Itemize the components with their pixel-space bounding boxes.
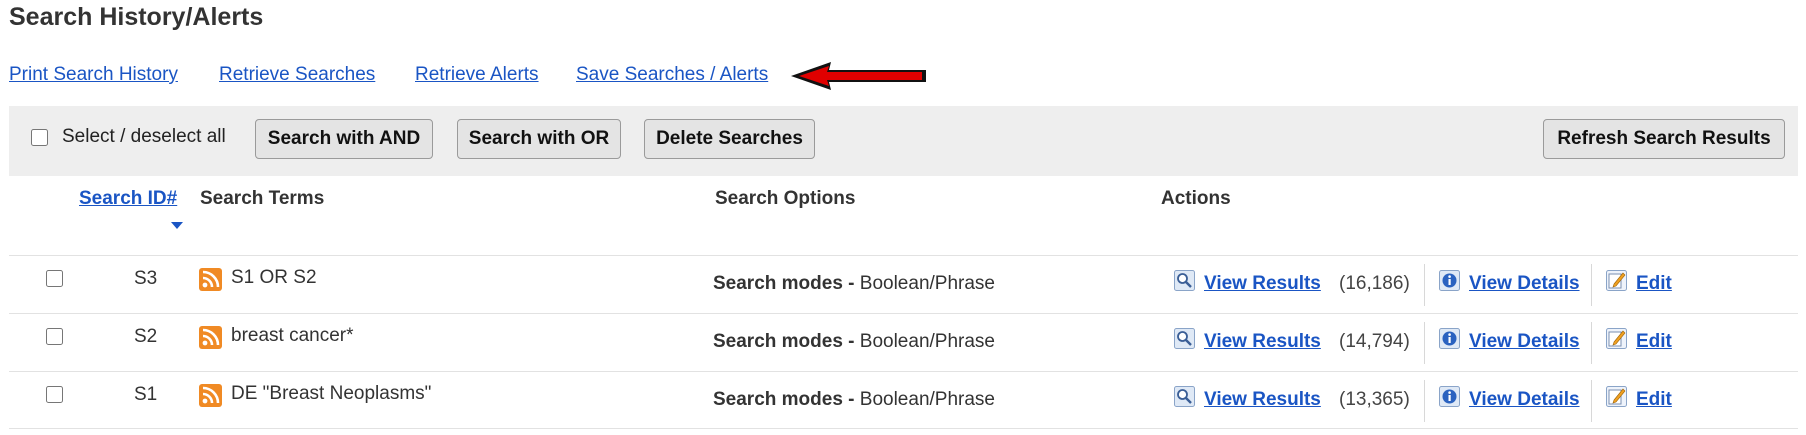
search-options: Search modes - Boolean/Phrase	[713, 331, 995, 353]
edit-link[interactable]: Edit	[1636, 389, 1672, 411]
view-details-link[interactable]: View Details	[1469, 331, 1580, 353]
magnifier-icon[interactable]	[1174, 328, 1195, 349]
delete-searches-button[interactable]: Delete Searches	[644, 119, 815, 159]
view-details-link[interactable]: View Details	[1469, 389, 1580, 411]
pencil-edit-icon[interactable]	[1606, 328, 1627, 349]
pencil-edit-icon[interactable]	[1606, 386, 1627, 407]
search-options-header: Search Options	[715, 188, 856, 209]
magnifier-icon[interactable]	[1174, 270, 1195, 291]
view-results-link[interactable]: View Results	[1204, 389, 1321, 411]
table-row: S3 S1 OR S2 Search modes - Boolean/Phras…	[9, 255, 1798, 313]
result-count: (16,186)	[1339, 273, 1410, 294]
row-checkbox[interactable]	[46, 328, 63, 345]
view-details-link[interactable]: View Details	[1469, 273, 1580, 295]
divider	[1591, 380, 1592, 422]
info-icon[interactable]	[1439, 328, 1460, 349]
divider	[1591, 264, 1592, 306]
search-terms: DE "Breast Neoplasms"	[231, 383, 432, 404]
sort-search-id-header[interactable]: Search ID#	[79, 188, 177, 210]
search-terms-header: Search Terms	[200, 188, 325, 209]
row-checkbox[interactable]	[46, 270, 63, 287]
search-terms: breast cancer*	[231, 325, 354, 346]
refresh-search-results-button[interactable]: Refresh Search Results	[1543, 119, 1785, 159]
search-options: Search modes - Boolean/Phrase	[713, 389, 995, 411]
edit-link[interactable]: Edit	[1636, 273, 1672, 295]
search-modes-value: Boolean/Phrase	[854, 389, 995, 410]
info-icon[interactable]	[1439, 386, 1460, 407]
search-id: S3	[134, 268, 158, 289]
search-with-or-button[interactable]: Search with OR	[457, 119, 621, 159]
divider	[1424, 264, 1425, 306]
pencil-edit-icon[interactable]	[1606, 270, 1627, 291]
retrieve-searches-link[interactable]: Retrieve Searches	[219, 64, 375, 86]
page-title: Search History/Alerts	[9, 3, 264, 31]
table-row: S1 DE "Breast Neoplasms" Search modes - …	[9, 371, 1798, 429]
search-with-and-button[interactable]: Search with AND	[255, 119, 433, 159]
search-id: S1	[134, 384, 158, 405]
row-checkbox[interactable]	[46, 386, 63, 403]
search-id: S2	[134, 326, 158, 347]
rss-feed-icon[interactable]	[199, 384, 222, 407]
rss-feed-icon[interactable]	[199, 326, 222, 349]
result-count: (13,365)	[1339, 389, 1410, 410]
view-results-link[interactable]: View Results	[1204, 273, 1321, 295]
result-count: (14,794)	[1339, 331, 1410, 352]
edit-link[interactable]: Edit	[1636, 331, 1672, 353]
search-modes-label: Search modes -	[713, 273, 855, 294]
divider	[1424, 380, 1425, 422]
search-modes-value: Boolean/Phrase	[854, 331, 995, 352]
save-searches-alerts-link[interactable]: Save Searches / Alerts	[576, 64, 768, 86]
search-modes-label: Search modes -	[713, 389, 855, 410]
search-modes-label: Search modes -	[713, 331, 855, 352]
magnifier-icon[interactable]	[1174, 386, 1195, 407]
table-row: S2 breast cancer* Search modes - Boolean…	[9, 313, 1798, 371]
divider	[1424, 322, 1425, 364]
select-all-label: Select / deselect all	[62, 126, 226, 147]
view-results-link[interactable]: View Results	[1204, 331, 1321, 353]
print-search-history-link[interactable]: Print Search History	[9, 64, 178, 86]
select-all-checkbox[interactable]	[31, 129, 48, 146]
search-options: Search modes - Boolean/Phrase	[713, 273, 995, 295]
search-modes-value: Boolean/Phrase	[854, 273, 995, 294]
actions-header: Actions	[1161, 188, 1231, 209]
retrieve-alerts-link[interactable]: Retrieve Alerts	[415, 64, 539, 86]
search-terms: S1 OR S2	[231, 267, 317, 288]
red-arrow-icon	[791, 62, 926, 90]
toolbar: Select / deselect all Search with AND Se…	[9, 106, 1798, 176]
info-icon[interactable]	[1439, 270, 1460, 291]
sort-descending-icon[interactable]	[171, 222, 183, 229]
divider	[1591, 322, 1592, 364]
rss-feed-icon[interactable]	[199, 268, 222, 291]
